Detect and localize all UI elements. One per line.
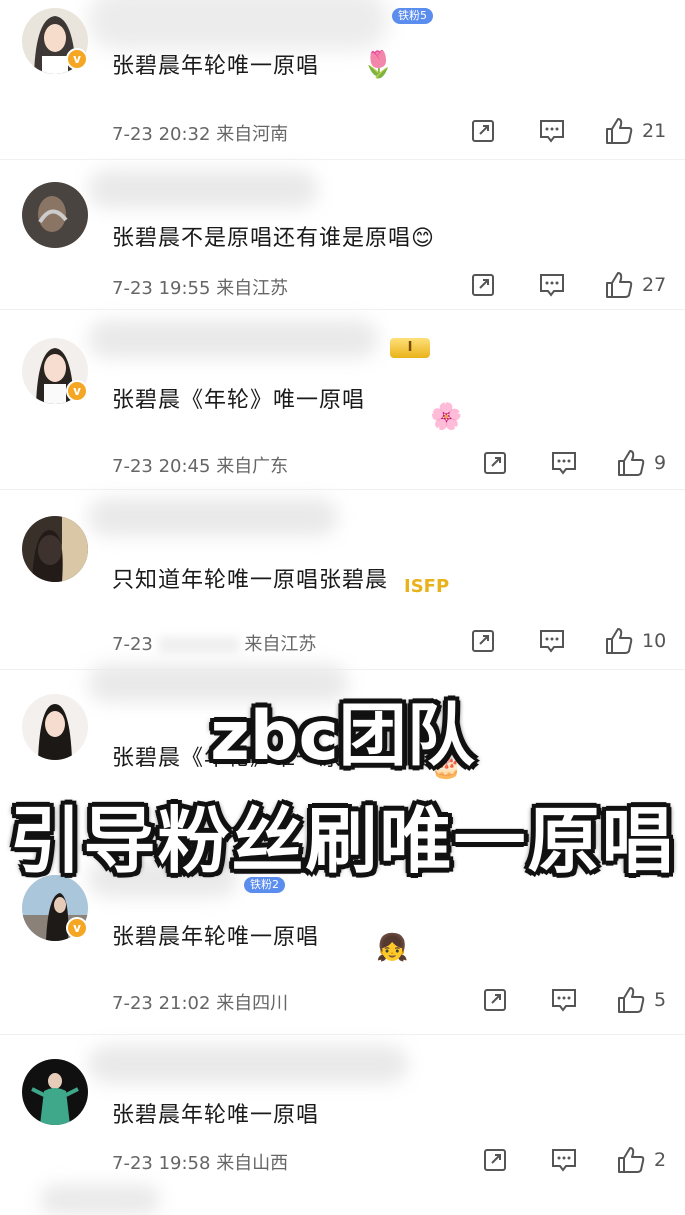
comment-time: 7-23 20:32 bbox=[112, 124, 211, 145]
share-button[interactable] bbox=[470, 118, 496, 144]
like-count: 9 bbox=[654, 452, 667, 474]
comment-meta: 7-23 21:02 来自四川 bbox=[112, 989, 288, 1015]
comment-icon bbox=[540, 630, 564, 653]
comment-time: 7-23 21:02 bbox=[112, 993, 211, 1014]
comment-time: 7-23 bbox=[112, 634, 153, 655]
thumbs-up-icon bbox=[606, 628, 633, 654]
share-button[interactable] bbox=[470, 272, 496, 298]
share-icon bbox=[484, 1149, 506, 1171]
verified-icon: v bbox=[66, 380, 88, 402]
share-button[interactable] bbox=[482, 987, 508, 1013]
comment-icon bbox=[552, 1149, 576, 1172]
comment-button[interactable] bbox=[550, 1147, 578, 1173]
comment-location: 来自江苏 bbox=[244, 634, 317, 655]
like-button[interactable]: 5 bbox=[616, 985, 666, 1015]
comment-icon bbox=[552, 452, 576, 475]
comment-meta: 7-23 19:58 来自山西 bbox=[112, 1149, 288, 1175]
maruko-sticker-icon: 👧 bbox=[376, 933, 409, 963]
comment-item: 铁粉5 v 张碧晨年轮唯一原唱 🌷 7-23 20:32 来自河南 21 bbox=[0, 0, 685, 160]
thumbs-up-icon bbox=[606, 272, 633, 298]
share-icon bbox=[484, 452, 506, 474]
comment-item: 只知道年轮唯一原唱张碧晨 ISFP 7-23 来自江苏 10 bbox=[0, 490, 685, 670]
comment-button[interactable] bbox=[538, 118, 566, 144]
comment-icon bbox=[540, 274, 564, 297]
comment-meta: 7-23 20:45 来自广东 bbox=[112, 452, 288, 478]
fan-badge: 铁粉5 bbox=[392, 8, 433, 24]
comment-item: 张碧晨年轮唯一原唱 7-23 19:58 来自山西 2 bbox=[0, 1035, 685, 1215]
like-button[interactable]: 27 bbox=[604, 270, 666, 300]
comment-text: 张碧晨年轮唯一原唱 bbox=[112, 925, 320, 950]
comment-meta: 7-23 来自江苏 bbox=[112, 630, 316, 656]
isfp-sticker-icon: ISFP bbox=[404, 576, 450, 597]
share-icon bbox=[472, 120, 494, 142]
comment-text: 张碧晨《年轮》唯一原唱 bbox=[112, 388, 366, 413]
comment-text: 张碧晨不是原唱还有谁是原唱😊 bbox=[112, 226, 435, 251]
share-button[interactable] bbox=[482, 450, 508, 476]
share-button[interactable] bbox=[470, 628, 496, 654]
name-blur bbox=[88, 1045, 408, 1083]
comment-button[interactable] bbox=[538, 272, 566, 298]
time-blur bbox=[158, 637, 239, 653]
comment-meta: 7-23 20:32 来自河南 bbox=[112, 120, 288, 146]
comment-text: 只知道年轮唯一原唱张碧晨 bbox=[112, 568, 389, 593]
name-blur bbox=[88, 498, 338, 536]
name-blur bbox=[88, 170, 318, 208]
name-blur bbox=[40, 1185, 160, 1215]
share-icon bbox=[484, 989, 506, 1011]
like-button[interactable]: 10 bbox=[604, 626, 666, 656]
name-blur bbox=[88, 320, 378, 358]
comment-location: 来自广东 bbox=[216, 456, 289, 477]
comment-item: I v 张碧晨《年轮》唯一原唱 🌸 7-23 20:45 来自广东 9 bbox=[0, 310, 685, 490]
comment-time: 7-23 19:58 bbox=[112, 1153, 211, 1174]
share-icon bbox=[472, 274, 494, 296]
like-count: 5 bbox=[654, 989, 667, 1011]
comment-icon bbox=[552, 989, 576, 1012]
share-icon bbox=[472, 630, 494, 652]
comment-time: 7-23 19:55 bbox=[112, 278, 211, 299]
verified-icon: v bbox=[66, 917, 88, 939]
comment-text: 张碧晨年轮唯一原唱 bbox=[112, 54, 320, 79]
comment-location: 来自山西 bbox=[216, 1153, 289, 1174]
like-button[interactable]: 9 bbox=[616, 448, 666, 478]
comment-time: 7-23 20:45 bbox=[112, 456, 211, 477]
flower-sticker-icon: 🌸 bbox=[430, 402, 463, 432]
tulip-sticker-icon: 🌷 bbox=[362, 50, 395, 80]
like-count: 2 bbox=[654, 1149, 667, 1171]
thumbs-up-icon bbox=[618, 987, 645, 1013]
thumbs-up-icon bbox=[618, 450, 645, 476]
comment-location: 来自河南 bbox=[216, 124, 289, 145]
like-button[interactable]: 21 bbox=[604, 116, 666, 146]
thumbs-up-icon bbox=[606, 118, 633, 144]
overlay-subtitle: 引导粉丝刷唯一原唱 bbox=[9, 799, 676, 883]
comment-item: 张碧晨不是原唱还有谁是原唱😊 7-23 19:55 来自江苏 27 bbox=[0, 160, 685, 310]
comment-button[interactable] bbox=[550, 450, 578, 476]
avatar[interactable] bbox=[22, 516, 88, 582]
comment-button[interactable] bbox=[550, 987, 578, 1013]
like-count: 27 bbox=[642, 274, 667, 296]
like-count: 21 bbox=[642, 120, 667, 142]
avatar[interactable] bbox=[22, 182, 88, 248]
comment-text: 张碧晨年轮唯一原唱 bbox=[112, 1103, 320, 1128]
overlay-title: zbc团队 bbox=[210, 697, 475, 776]
share-button[interactable] bbox=[482, 1147, 508, 1173]
like-button[interactable]: 2 bbox=[616, 1145, 666, 1175]
verified-icon: v bbox=[66, 48, 88, 70]
comment-button[interactable] bbox=[538, 628, 566, 654]
comment-location: 来自江苏 bbox=[216, 278, 289, 299]
comment-icon bbox=[540, 120, 564, 143]
comment-location: 来自四川 bbox=[216, 993, 289, 1014]
like-count: 10 bbox=[642, 630, 667, 652]
thumbs-up-icon bbox=[618, 1147, 645, 1173]
avatar[interactable] bbox=[22, 1059, 88, 1125]
level-badge: I bbox=[390, 338, 430, 358]
comment-meta: 7-23 19:55 来自江苏 bbox=[112, 274, 288, 300]
